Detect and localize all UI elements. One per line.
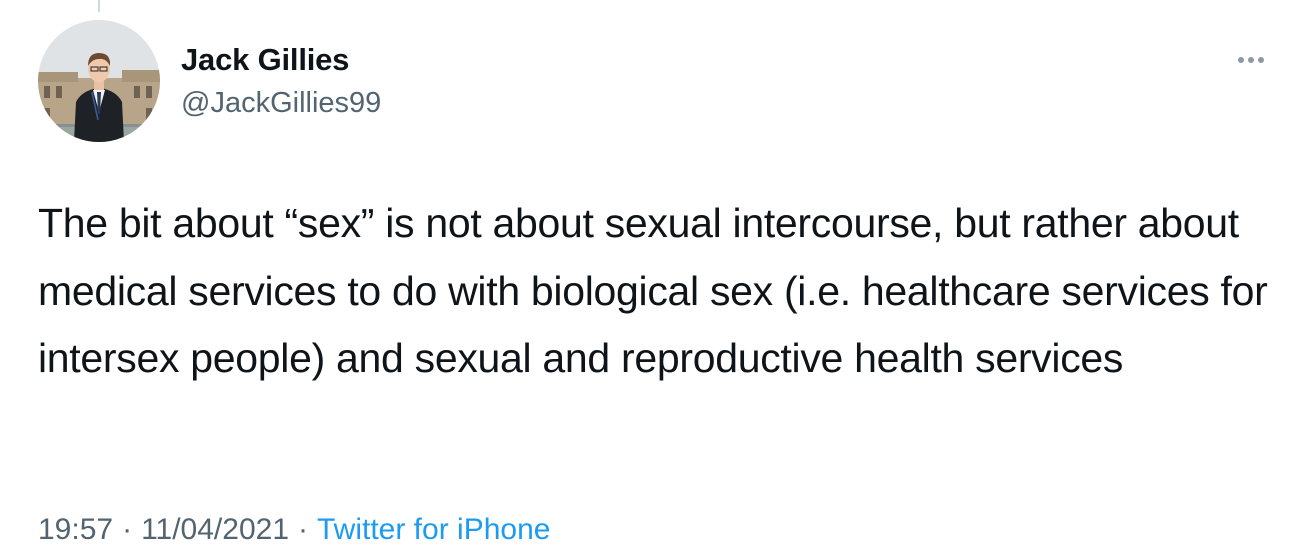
avatar[interactable] bbox=[38, 20, 160, 142]
tweet-time[interactable]: 19:57 bbox=[38, 513, 113, 546]
meta-separator: · bbox=[122, 513, 133, 546]
tweet-date[interactable]: 11/04/2021 bbox=[141, 513, 289, 546]
tweet-text: The bit about “sex” is not about sexual … bbox=[38, 200, 1268, 381]
more-dots-icon bbox=[1238, 57, 1264, 63]
profile-photo-icon bbox=[38, 20, 160, 142]
thread-connector-line bbox=[98, 0, 100, 12]
tweet-source-link[interactable]: Twitter for iPhone bbox=[317, 513, 550, 546]
tweet-author[interactable]: Jack Gillies @JackGillies99 bbox=[181, 40, 381, 123]
author-handle[interactable]: @JackGillies99 bbox=[181, 83, 381, 123]
tweet-metadata: 19:57 · 11/04/2021 · Twitter for iPhone bbox=[38, 510, 550, 550]
meta-separator: · bbox=[298, 513, 308, 546]
more-options-button[interactable] bbox=[1226, 48, 1270, 72]
author-display-name[interactable]: Jack Gillies bbox=[181, 40, 381, 80]
